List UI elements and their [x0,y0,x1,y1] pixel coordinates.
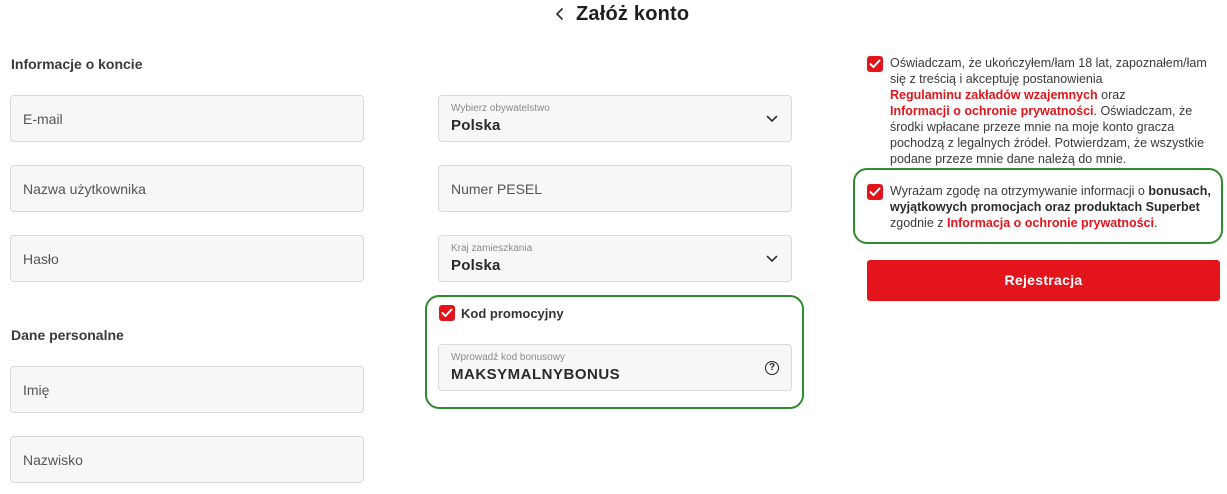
citizenship-label: Wybierz obywatelstwo [451,103,550,114]
last-name-field[interactable]: Nazwisko [10,436,364,483]
promo-input-label: Wprowadź kod bonusowy [451,352,565,363]
promo-checkbox-label: Kod promocyjny [461,306,564,321]
marketing-text-2: zgodnie z [890,216,947,230]
email-field[interactable]: E-mail [10,95,364,142]
terms-checkbox[interactable] [867,56,883,72]
residence-label: Kraj zamieszkania [451,243,533,254]
marketing-checkbox[interactable] [867,184,883,200]
header: Załóż konto [0,0,1227,30]
page-title: Załóż konto [576,3,690,25]
promo-code-input[interactable]: Wprowadź kod bonusowy MAKSYMALNYBONUS ? [438,344,792,391]
personal-section-title: Dane personalne [11,327,124,343]
register-button[interactable]: Rejestracja [867,260,1220,301]
marketing-text-3: . [1153,216,1158,230]
username-placeholder: Nazwa użytkownika [23,180,146,197]
terms-privacy-link[interactable]: Informacji o ochronie prywatności [890,104,1094,118]
password-field[interactable]: Hasło [10,235,364,282]
check-icon [869,59,881,68]
marketing-consent-text: Wyrażam zgodę na otrzymywanie informacji… [890,183,1220,231]
terms-text-2: oraz [1097,88,1126,102]
terms-regulations-link[interactable]: Regulaminu zakładów wzajemnych [890,88,1098,102]
terms-text-1: Oświadczam, że ukończyłem/łam 18 lat, za… [890,56,1207,86]
promo-input-value: MAKSYMALNYBONUS [451,366,621,383]
back-chevron-icon[interactable] [553,4,569,24]
account-section-title: Informacje o koncie [11,56,143,72]
check-icon [869,187,881,196]
citizenship-value: Polska [451,117,501,134]
promo-checkbox[interactable] [439,305,455,321]
help-icon[interactable]: ? [765,361,779,375]
marketing-privacy-link[interactable]: Informacja o ochronie prywatności [947,216,1154,230]
terms-consent-text: Oświadczam, że ukończyłem/łam 18 lat, za… [890,55,1223,167]
pesel-field[interactable]: Numer PESEL [438,165,792,212]
last-name-placeholder: Nazwisko [23,451,83,468]
pesel-placeholder: Numer PESEL [451,180,543,197]
email-placeholder: E-mail [23,110,63,127]
first-name-field[interactable]: Imię [10,366,364,413]
username-field[interactable]: Nazwa użytkownika [10,165,364,212]
password-placeholder: Hasło [23,250,59,267]
marketing-text-1: Wyrażam zgodę na otrzymywanie informacji… [890,184,1149,198]
first-name-placeholder: Imię [23,381,50,398]
chevron-down-icon [766,115,778,122]
chevron-down-icon [766,255,778,262]
residence-select[interactable]: Kraj zamieszkania Polska [438,235,792,282]
check-icon [441,308,453,317]
residence-value: Polska [451,257,501,274]
citizenship-select[interactable]: Wybierz obywatelstwo Polska [438,95,792,142]
